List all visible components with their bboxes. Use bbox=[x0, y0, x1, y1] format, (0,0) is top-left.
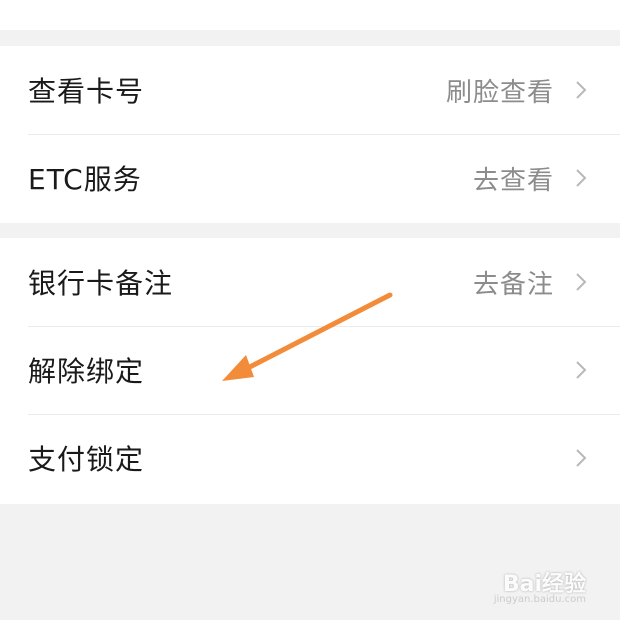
row-view-card-number[interactable]: 查看卡号 刷脸查看 bbox=[0, 46, 620, 134]
row-value: 去查看 bbox=[472, 165, 554, 196]
chevron-right-icon bbox=[570, 167, 592, 189]
row-label: 银行卡备注 bbox=[28, 267, 174, 300]
row-label: 支付锁定 bbox=[28, 443, 145, 476]
row-label: ETC服务 bbox=[28, 163, 142, 196]
watermark-url: jingyan.baidu.com bbox=[493, 594, 586, 605]
row-value: 去备注 bbox=[472, 269, 554, 300]
row-payment-lock[interactable]: 支付锁定 bbox=[0, 414, 620, 502]
row-value: 刷脸查看 bbox=[445, 77, 554, 108]
card-settings-group: 查看卡号 刷脸查看 ETC服务 去查看 bbox=[0, 46, 620, 223]
card-actions-group: 银行卡备注 去备注 解除绑定 支付锁定 bbox=[0, 238, 620, 504]
chevron-right-icon bbox=[570, 79, 592, 101]
row-card-remark[interactable]: 银行卡备注 去备注 bbox=[0, 238, 620, 326]
top-strip bbox=[0, 0, 620, 30]
chevron-right-icon bbox=[570, 359, 592, 381]
chevron-right-icon bbox=[570, 447, 592, 469]
chevron-right-icon bbox=[570, 271, 592, 293]
row-etc-service[interactable]: ETC服务 去查看 bbox=[0, 134, 620, 222]
row-label: 查看卡号 bbox=[28, 75, 145, 108]
row-unbind[interactable]: 解除绑定 bbox=[0, 326, 620, 414]
row-label: 解除绑定 bbox=[28, 355, 145, 388]
